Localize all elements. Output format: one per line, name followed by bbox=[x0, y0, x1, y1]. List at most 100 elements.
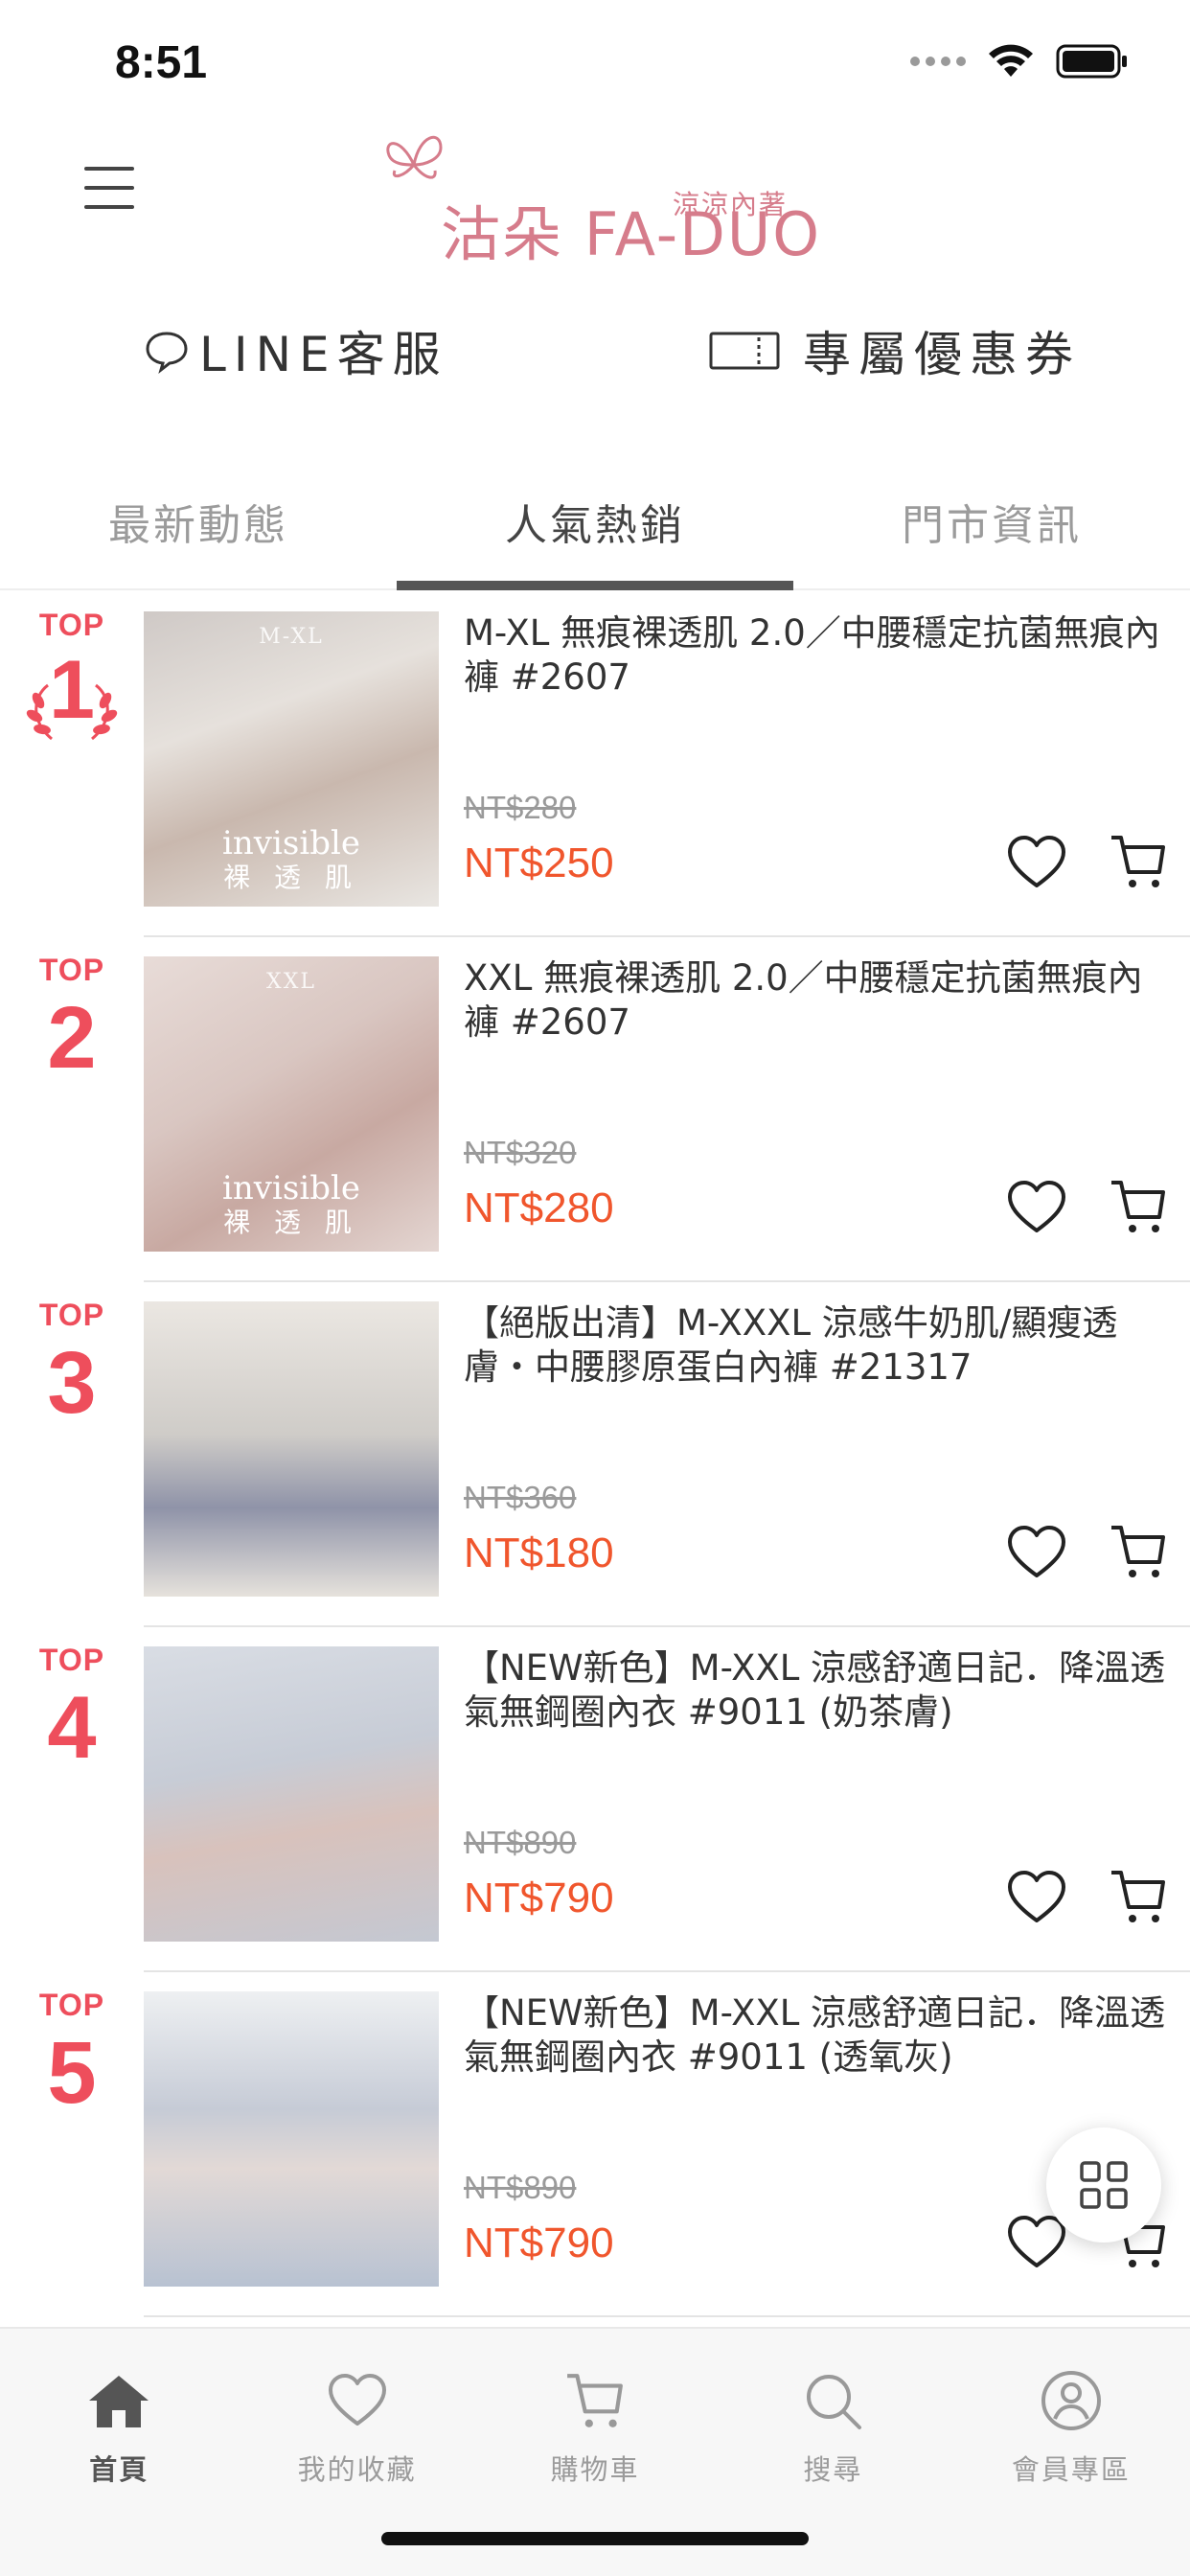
rank-label: TOP bbox=[38, 953, 105, 987]
product-thumbnail[interactable] bbox=[144, 1301, 439, 1597]
wifi-icon bbox=[989, 44, 1033, 77]
rank-label: TOP bbox=[38, 1298, 105, 1332]
sale-price: NT$790 bbox=[464, 2220, 614, 2266]
product-list: TOP 1 M-XL invisible 裸 透 肌 M-XL 無痕裸透肌 2.… bbox=[0, 592, 1190, 2327]
original-price: NT$320 bbox=[464, 1135, 577, 1170]
add-to-cart-icon[interactable] bbox=[1110, 1867, 1167, 1926]
product-title[interactable]: M-XL 無痕裸透肌 2.0／中腰穩定抗菌無痕內褲 #2607 bbox=[464, 611, 1173, 700]
favorite-heart-icon[interactable] bbox=[1006, 2214, 1067, 2271]
favorite-heart-icon[interactable] bbox=[1006, 834, 1067, 891]
rank-badge: TOP 5 bbox=[0, 1988, 144, 2117]
rank-number: 2 bbox=[47, 989, 97, 1087]
add-to-cart-icon[interactable] bbox=[1110, 832, 1167, 891]
cart-icon bbox=[567, 2374, 623, 2427]
thumb-caption-en: invisible bbox=[222, 1168, 360, 1208]
hamburger-line bbox=[84, 205, 134, 209]
line-service-button[interactable]: LINE客服 bbox=[144, 316, 448, 385]
butterfly-logo-icon bbox=[386, 136, 443, 179]
brand-name: 沽朵 FA-DUO bbox=[441, 199, 822, 269]
nav-home[interactable]: 首頁 bbox=[0, 2329, 238, 2576]
row-divider bbox=[144, 2315, 1190, 2317]
product-row: TOP 1 M-XL invisible 裸 透 肌 M-XL 無痕裸透肌 2.… bbox=[0, 592, 1190, 937]
grid-icon bbox=[1080, 2161, 1128, 2209]
favorite-heart-icon[interactable] bbox=[1006, 1524, 1067, 1581]
rank-number: 1 bbox=[49, 644, 95, 736]
product-thumbnail[interactable] bbox=[144, 1991, 439, 2287]
user-icon bbox=[1041, 2371, 1101, 2430]
original-price: NT$280 bbox=[464, 790, 577, 825]
status-icons bbox=[910, 44, 1129, 79]
tab-bar: 最新動態 人氣熱銷 門市資訊 bbox=[0, 470, 1190, 590]
product-thumbnail[interactable]: XXL invisible 裸 透 肌 bbox=[144, 956, 439, 1252]
rank-number: 3 bbox=[47, 1334, 97, 1432]
rank-label: TOP bbox=[38, 608, 105, 642]
chat-bubble-icon bbox=[146, 332, 188, 374]
rank-badge: TOP 3 bbox=[0, 1298, 144, 1427]
tab-store-info[interactable]: 門市資訊 bbox=[793, 470, 1190, 588]
status-bar: 8:51 bbox=[0, 0, 1190, 125]
favorite-heart-icon[interactable] bbox=[1006, 1179, 1067, 1236]
original-price: NT$890 bbox=[464, 1825, 577, 1860]
sale-price: NT$280 bbox=[464, 1184, 614, 1231]
brand-logo[interactable]: 涼涼內著 沽朵 FA-DUO bbox=[376, 126, 819, 269]
tab-latest-news[interactable]: 最新動態 bbox=[0, 470, 397, 588]
tab-best-sellers[interactable]: 人氣熱銷 bbox=[397, 470, 793, 590]
quick-actions: LINE客服 專屬優惠券 bbox=[0, 307, 1190, 393]
app-header: 涼涼內著 沽朵 FA-DUO bbox=[0, 115, 1190, 269]
product-thumbnail[interactable] bbox=[144, 1646, 439, 1942]
product-row: TOP 5 【NEW新色】M-XXL 涼感舒適日記．降溫透氣無鋼圈內衣 #901… bbox=[0, 1972, 1190, 2317]
nav-cart-label: 購物車 bbox=[550, 2453, 640, 2486]
product-thumbnail[interactable]: M-XL invisible 裸 透 肌 bbox=[144, 611, 439, 907]
add-to-cart-icon[interactable] bbox=[1110, 1177, 1167, 1236]
battery-icon bbox=[1056, 44, 1127, 79]
ticket-icon bbox=[709, 332, 780, 370]
thumb-caption-zh: 裸 透 肌 bbox=[223, 861, 359, 893]
original-price: NT$890 bbox=[464, 2170, 577, 2205]
product-row: TOP 3 【絕版出清】M-XXXL 涼感牛奶肌/顯瘦透膚・中腰膠原蛋白內褲 #… bbox=[0, 1282, 1190, 1627]
rank-label: TOP bbox=[38, 1643, 105, 1677]
product-row: TOP 2 XXL invisible 裸 透 肌 XXL 無痕裸透肌 2.0／… bbox=[0, 937, 1190, 1282]
thumb-caption: invisible 裸 透 肌 bbox=[144, 823, 439, 893]
nav-member-label: 會員專區 bbox=[1011, 2453, 1131, 2486]
heart-icon bbox=[328, 2374, 386, 2426]
favorite-heart-icon[interactable] bbox=[1006, 1869, 1067, 1926]
signal-icon bbox=[910, 57, 966, 66]
search-icon bbox=[807, 2375, 862, 2429]
add-to-cart-icon[interactable] bbox=[1110, 1522, 1167, 1581]
category-grid-button[interactable] bbox=[1046, 2128, 1161, 2242]
rank-badge: TOP 1 bbox=[0, 608, 144, 758]
sale-price: NT$790 bbox=[464, 1874, 614, 1921]
home-indicator[interactable] bbox=[381, 2532, 809, 2545]
nav-member[interactable]: 會員專區 bbox=[952, 2329, 1190, 2576]
sale-price: NT$250 bbox=[464, 840, 614, 886]
line-service-label: LINE客服 bbox=[199, 327, 448, 382]
rank-number: 4 bbox=[47, 1679, 97, 1777]
original-price: NT$360 bbox=[464, 1480, 577, 1515]
thumb-caption-en: invisible bbox=[222, 823, 360, 862]
rank-badge: TOP 4 bbox=[0, 1643, 144, 1772]
product-title[interactable]: 【絕版出清】M-XXXL 涼感牛奶肌/顯瘦透膚・中腰膠原蛋白內褲 #21317 bbox=[464, 1301, 1173, 1390]
rank-number: 5 bbox=[47, 2024, 97, 2122]
hamburger-line bbox=[84, 186, 134, 190]
product-title[interactable]: XXL 無痕裸透肌 2.0／中腰穩定抗菌無痕內褲 #2607 bbox=[464, 956, 1173, 1045]
product-row: TOP 4 【NEW新色】M-XXL 涼感舒適日記．降溫透氣無鋼圈內衣 #901… bbox=[0, 1627, 1190, 1972]
hamburger-line bbox=[84, 167, 134, 171]
coupon-label: 專屬優惠券 bbox=[803, 327, 1081, 382]
thumb-caption: invisible 裸 透 肌 bbox=[144, 1168, 439, 1238]
rank-laurel: 1 bbox=[0, 643, 144, 758]
sale-price: NT$180 bbox=[464, 1530, 614, 1576]
nav-favorites-label: 我的收藏 bbox=[297, 2453, 417, 2486]
thumb-size-label: M-XL bbox=[259, 625, 324, 649]
rank-label: TOP bbox=[38, 1988, 105, 2022]
coupon-button[interactable]: 專屬優惠券 bbox=[709, 316, 1081, 385]
menu-button[interactable] bbox=[84, 167, 134, 211]
product-title[interactable]: 【NEW新色】M-XXL 涼感舒適日記．降溫透氣無鋼圈內衣 #9011 (奶茶膚… bbox=[464, 1646, 1173, 1735]
nav-search-label: 搜尋 bbox=[803, 2453, 863, 2486]
nav-home-label: 首頁 bbox=[89, 2453, 149, 2486]
thumb-caption-zh: 裸 透 肌 bbox=[223, 1206, 359, 1238]
product-title[interactable]: 【NEW新色】M-XXL 涼感舒適日記．降溫透氣無鋼圈內衣 #9011 (透氧灰… bbox=[464, 1991, 1173, 2080]
home-icon bbox=[89, 2376, 149, 2427]
thumb-size-label: XXL bbox=[266, 970, 316, 994]
rank-badge: TOP 2 bbox=[0, 953, 144, 1082]
status-time: 8:51 bbox=[115, 37, 208, 88]
